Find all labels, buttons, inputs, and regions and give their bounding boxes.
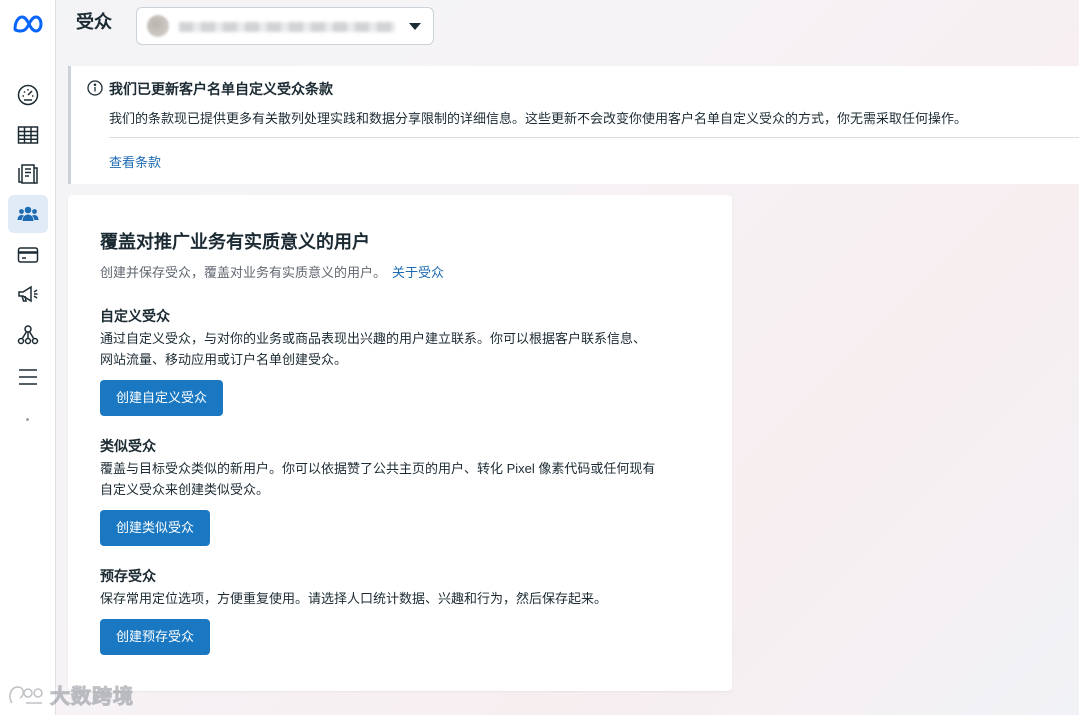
account-name-redacted — [179, 22, 395, 32]
dashboard-gauge-icon — [17, 84, 39, 106]
view-terms-link[interactable]: 查看条款 — [109, 152, 161, 171]
card-subtitle: 创建并保存受众，覆盖对业务有实质意义的用户。 关于受众 — [100, 262, 444, 281]
create-saved-audience-button[interactable]: 创建预存受众 — [100, 619, 211, 655]
nav-reports[interactable] — [8, 116, 48, 154]
nav-dashboard[interactable] — [8, 76, 48, 114]
card-subtitle-text: 创建并保存受众，覆盖对业务有实质意义的用户。 — [100, 265, 387, 280]
section-description-line: 保存常用定位选项，方便重复使用。请选择人口统计数据、兴趣和行为，然后保存起来。 — [100, 591, 608, 606]
credit-card-icon — [17, 247, 39, 263]
nav-ads[interactable] — [8, 275, 48, 313]
terms-update-notice: 我们已更新客户名单自定义受众条款 我们的条款现已提供更多有关散列处理实践和数据分… — [68, 66, 1079, 184]
nav-billing[interactable] — [8, 236, 48, 274]
audiences-card: 覆盖对推广业务有实质意义的用户 创建并保存受众，覆盖对业务有实质意义的用户。 关于… — [68, 195, 732, 691]
section-description-line: 自定义受众来创建类似受众。 — [100, 482, 270, 497]
card-title: 覆盖对推广业务有实质意义的用户 — [100, 232, 370, 252]
section-description: 覆盖与目标受众类似的新用户。你可以依据赞了公共主页的用户、转化 Pixel 像素… — [100, 458, 710, 500]
megaphone-icon — [18, 285, 38, 303]
section-description-line: 网站流量、移动应用或订户名单创建受众。 — [100, 352, 348, 367]
section-description-line: 通过自定义受众，与对你的业务或商品表现出兴趣的用户建立联系。你可以根据客户联系信… — [100, 331, 647, 346]
nav-business-network[interactable] — [8, 316, 48, 354]
network-nodes-icon — [17, 325, 39, 345]
notice-body: 我们的条款现已提供更多有关散列处理实践和数据分享限制的详细信息。这些更新不会改变… — [109, 111, 968, 126]
watermark-logo-icon — [9, 685, 43, 704]
nav-more-dot — [26, 418, 29, 421]
section-description: 保存常用定位选项，方便重复使用。请选择人口统计数据、兴趣和行为，然后保存起来。 — [100, 588, 710, 609]
notice-divider — [109, 137, 1079, 138]
saved-audience-section: 预存受众 保存常用定位选项，方便重复使用。请选择人口统计数据、兴趣和行为，然后保… — [100, 566, 710, 655]
notice-title: 我们已更新客户名单自定义受众条款 — [109, 81, 333, 97]
create-custom-audience-button[interactable]: 创建自定义受众 — [100, 380, 224, 416]
create-lookalike-audience-button[interactable]: 创建类似受众 — [100, 510, 211, 546]
custom-audience-section: 自定义受众 通过自定义受众，与对你的业务或商品表现出兴趣的用户建立联系。你可以根… — [100, 306, 710, 416]
ad-account-selector[interactable] — [136, 7, 434, 45]
meta-logo-icon[interactable] — [12, 12, 44, 36]
left-nav-rail — [0, 0, 56, 715]
lookalike-audience-section: 类似受众 覆盖与目标受众类似的新用户。你可以依据赞了公共主页的用户、转化 Pix… — [100, 436, 710, 546]
chevron-down-icon — [409, 23, 421, 30]
hamburger-menu-icon — [19, 369, 37, 385]
table-grid-icon — [17, 126, 39, 144]
watermark: 大数跨境 — [6, 680, 134, 709]
nav-all-tools[interactable] — [8, 358, 48, 396]
page-title: 受众 — [76, 12, 112, 32]
section-title: 预存受众 — [100, 568, 156, 584]
audience-people-icon — [17, 206, 39, 221]
watermark-text: 大数跨境 — [50, 686, 134, 709]
section-description-line: 覆盖与目标受众类似的新用户。你可以依据赞了公共主页的用户、转化 Pixel 像素… — [100, 461, 656, 476]
pages-document-icon — [18, 164, 38, 184]
info-icon — [87, 80, 103, 96]
nav-pages[interactable] — [8, 155, 48, 193]
account-avatar — [147, 15, 169, 37]
about-audiences-link[interactable]: 关于受众 — [392, 265, 444, 280]
section-description: 通过自定义受众，与对你的业务或商品表现出兴趣的用户建立联系。你可以根据客户联系信… — [100, 328, 710, 370]
section-title: 类似受众 — [100, 438, 156, 454]
nav-audiences[interactable] — [8, 195, 48, 233]
section-title: 自定义受众 — [100, 308, 170, 324]
